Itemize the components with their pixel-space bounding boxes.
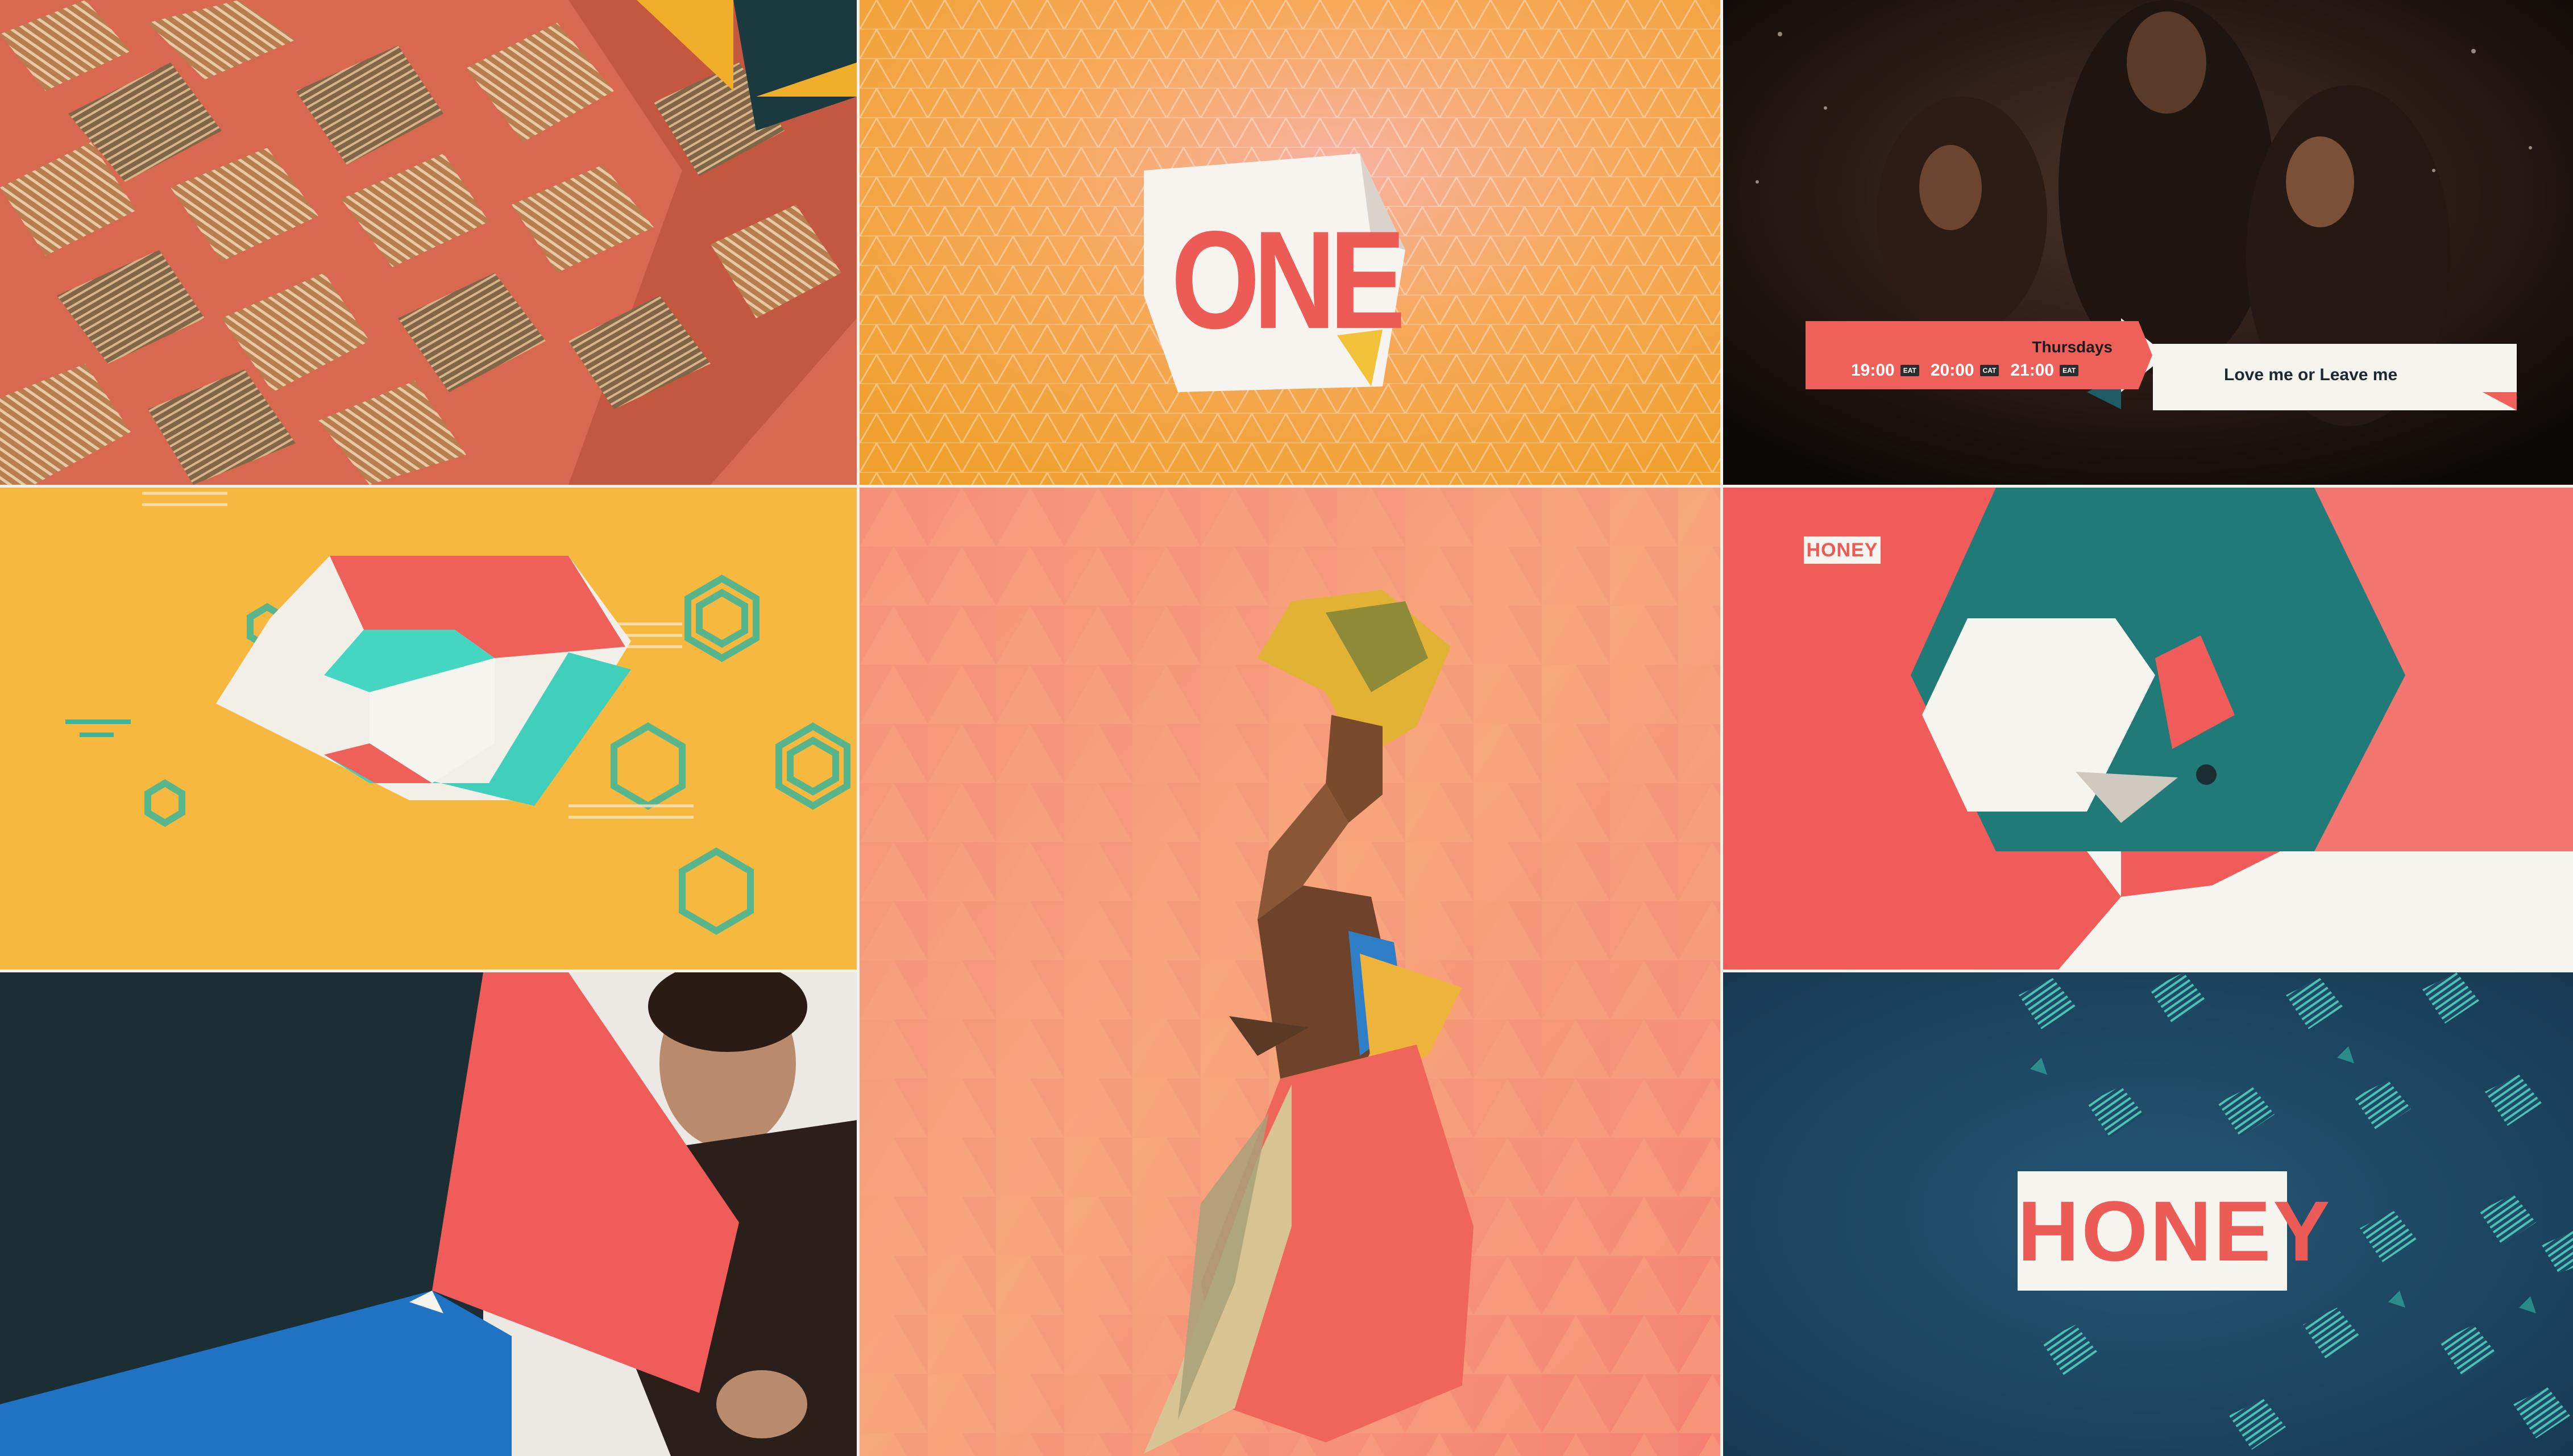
- panel-polygon-woman: [860, 488, 1720, 1456]
- timezone-badge: EAT: [2060, 365, 2079, 376]
- artist-reveal-art: [0, 972, 857, 1456]
- schedule-time: 19:00: [1851, 361, 1895, 380]
- schedule-banner: Thursdays 19:00 EAT 20:00 CAT 21:00 EAT: [1806, 321, 2152, 389]
- panel-schedule-promo: Thursdays 19:00 EAT 20:00 CAT 21:00 EAT …: [1723, 0, 2573, 485]
- timezone-badge: CAT: [1979, 365, 1999, 376]
- schedule-time: 21:00: [2010, 361, 2055, 380]
- honey-logo-large: HONEY: [2018, 1171, 2330, 1291]
- timezone-badge: EAT: [1900, 365, 1919, 376]
- panel-one-logo: ONE: [860, 0, 1720, 485]
- style-frame-grid: ONE Thursdays 19:00 EAT 20:00 CAT 21:00 …: [0, 0, 2573, 1456]
- one-logo: ONE: [1171, 202, 1405, 357]
- cube-hexagon-art: [0, 488, 857, 970]
- honey-logo-small: HONEY: [1804, 536, 1881, 564]
- show-card-accent: [2483, 392, 2517, 410]
- dancers-photo: [1723, 0, 2573, 485]
- schedule-times: 19:00 EAT 20:00 CAT 21:00 EAT: [1851, 361, 2084, 380]
- coral-pattern-art: [0, 0, 857, 485]
- panel-cube-hexagons: [0, 488, 857, 970]
- panel-honey-hexagon: HONEY: [1723, 488, 2573, 970]
- schedule-day: Thursdays: [2032, 338, 2113, 356]
- schedule-time: 20:00: [1930, 361, 1974, 380]
- panel-coral-pattern: [0, 0, 857, 485]
- show-title-card: Love me or Leave me: [2153, 344, 2517, 410]
- panel-honey-navy: HONEY: [1723, 972, 2573, 1456]
- panel-artist-reveal: [0, 972, 857, 1456]
- polygon-woman-art: [860, 488, 1720, 1456]
